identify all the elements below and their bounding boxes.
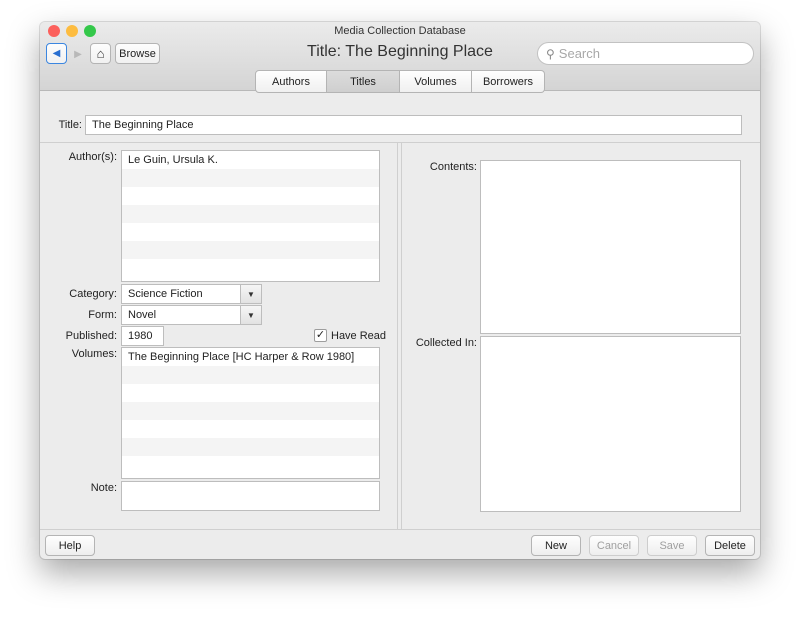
header-divider — [40, 142, 760, 143]
published-label: Published: — [65, 330, 117, 342]
list-item[interactable]: Le Guin, Ursula K. — [122, 151, 379, 169]
contents-list[interactable] — [480, 160, 741, 334]
list-item — [122, 205, 379, 223]
authors-list[interactable]: Le Guin, Ursula K. — [121, 150, 380, 282]
help-button[interactable]: Help — [45, 535, 95, 556]
forward-button[interactable]: ▶ — [70, 46, 86, 62]
save-button-label: Save — [659, 539, 685, 552]
back-arrow-icon: ◀ — [52, 48, 61, 59]
collected-in-list[interactable] — [480, 336, 741, 512]
have-read-checkbox[interactable]: ✓ — [314, 329, 327, 342]
footer-divider — [40, 529, 760, 530]
list-item — [122, 456, 379, 474]
form-select[interactable]: Novel ▼ — [121, 305, 262, 325]
tab-titles-label: Titles — [350, 75, 376, 88]
category-label: Category: — [69, 288, 117, 300]
note-field[interactable] — [121, 481, 380, 511]
list-item — [122, 187, 379, 205]
new-button[interactable]: New — [531, 535, 581, 556]
tab-borrowers[interactable]: Borrowers — [472, 70, 545, 93]
app-window: Media Collection Database ◀ ▶ ⌂ Browse T… — [40, 22, 760, 559]
home-button[interactable]: ⌂ — [90, 43, 111, 64]
new-button-label: New — [544, 539, 567, 552]
list-item[interactable]: The Beginning Place [HC Harper & Row 198… — [122, 348, 379, 366]
category-value: Science Fiction — [121, 284, 240, 304]
document-title: Title: The Beginning Place — [307, 43, 493, 60]
category-select[interactable]: Science Fiction ▼ — [121, 284, 262, 304]
list-item — [122, 259, 379, 277]
note-label: Note: — [90, 482, 117, 494]
contents-label: Contents: — [429, 161, 477, 173]
list-item — [122, 420, 379, 438]
have-read-label: Have Read — [331, 330, 387, 342]
forward-arrow-icon: ▶ — [74, 48, 82, 60]
authors-label: Author(s): — [68, 151, 117, 163]
search-input[interactable]: ⚲ Search — [537, 42, 754, 65]
form-value: Novel — [121, 305, 240, 325]
help-button-label: Help — [58, 539, 82, 552]
right-border-divider — [401, 142, 402, 529]
search-placeholder: Search — [558, 46, 600, 61]
list-item — [122, 366, 379, 384]
delete-button[interactable]: Delete — [705, 535, 755, 556]
list-item — [122, 223, 379, 241]
list-item — [122, 402, 379, 420]
title-field[interactable]: The Beginning Place — [85, 115, 742, 135]
title-label: Title: — [58, 119, 82, 131]
list-item — [122, 169, 379, 187]
tab-volumes[interactable]: Volumes — [400, 70, 472, 93]
delete-button-label: Delete — [714, 539, 746, 552]
collected-in-label: Collected In: — [415, 337, 477, 349]
tab-authors[interactable]: Authors — [255, 70, 327, 93]
volumes-list[interactable]: The Beginning Place [HC Harper & Row 198… — [121, 347, 380, 479]
browse-button-label: Browse — [119, 47, 156, 60]
search-icon: ⚲ — [546, 46, 555, 61]
chevron-down-icon[interactable]: ▼ — [240, 305, 262, 325]
form-label: Form: — [88, 309, 117, 321]
save-button[interactable]: Save — [647, 535, 697, 556]
checkmark-icon: ✓ — [315, 329, 326, 341]
home-icon: ⌂ — [96, 46, 105, 61]
window-title: Media Collection Database — [334, 25, 466, 37]
cancel-button[interactable]: Cancel — [589, 535, 639, 556]
cancel-button-label: Cancel — [596, 539, 632, 552]
tab-borrowers-label: Borrowers — [482, 75, 534, 88]
volumes-label: Volumes: — [71, 348, 117, 360]
list-item — [122, 438, 379, 456]
left-border-divider — [397, 142, 398, 529]
tab-volumes-label: Volumes — [414, 75, 457, 88]
browse-button[interactable]: Browse — [115, 43, 160, 64]
back-button[interactable]: ◀ — [46, 43, 67, 64]
list-item — [122, 241, 379, 259]
list-item — [122, 384, 379, 402]
tab-bar: Authors Titles Volumes Borrowers — [255, 70, 545, 93]
published-field[interactable]: 1980 — [121, 326, 164, 346]
tab-titles[interactable]: Titles — [327, 70, 400, 93]
tab-authors-label: Authors — [272, 75, 310, 88]
chevron-down-icon[interactable]: ▼ — [240, 284, 262, 304]
